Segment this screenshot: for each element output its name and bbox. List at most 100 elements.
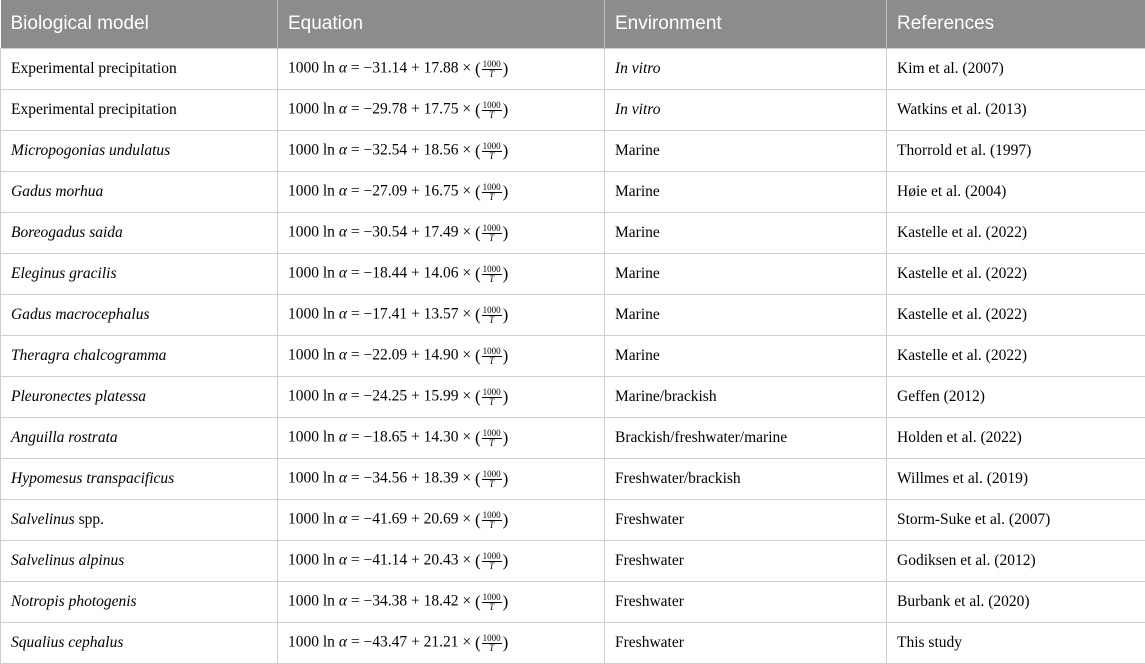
eq-equals: = — [351, 347, 360, 364]
table-header: Biological model Equation Environment Re… — [1, 0, 1145, 49]
model-cell: Squalius cephalus — [1, 623, 278, 664]
reference-cell: This study — [887, 623, 1145, 664]
eq-frac-num: 1000 — [482, 593, 502, 603]
eq-frac-num: 1000 — [482, 429, 502, 439]
eq-frac-num: 1000 — [482, 183, 502, 193]
eq-open-paren: ( — [475, 223, 481, 242]
model-name: Experimental precipitation — [11, 60, 177, 77]
reference-cell: Watkins et al. (2013) — [887, 90, 1145, 131]
equation-cell: 1000 ln α = −41.69 + 20.69 × (1000T) — [278, 500, 605, 541]
environment-cell: Marine — [605, 172, 887, 213]
eq-lhs: 1000 ln — [288, 552, 335, 569]
eq-fraction: 1000T — [482, 306, 502, 325]
eq-alpha: α — [339, 388, 347, 405]
eq-times: × — [462, 142, 471, 159]
eq-equals: = — [351, 634, 360, 651]
header-references: References — [887, 0, 1145, 49]
eq-close-paren: ) — [503, 592, 509, 611]
model-cell: Gadus macrocephalus — [1, 295, 278, 336]
environment-cell: Freshwater — [605, 623, 887, 664]
eq-times: × — [462, 224, 471, 241]
eq-alpha: α — [339, 511, 347, 528]
eq-alpha: α — [339, 306, 347, 323]
eq-alpha: α — [339, 142, 347, 159]
model-cell: Eleginus gracilis — [1, 254, 278, 295]
model-name: Hypomesus transpacificus — [11, 470, 174, 487]
table-row-4: Gadus morhua 1000 ln α = −27.09 + 16.75 … — [1, 172, 1145, 213]
eq-equals: = — [351, 511, 360, 528]
eq-open-paren: ( — [475, 551, 481, 570]
table-row-14: Notropis photogenis 1000 ln α = −34.38 +… — [1, 582, 1145, 623]
eq-frac-den: T — [482, 480, 502, 489]
table-row-15: Squalius cephalus 1000 ln α = −43.47 + 2… — [1, 623, 1145, 664]
eq-lhs: 1000 ln — [288, 142, 335, 159]
eq-frac-num: 1000 — [482, 306, 502, 316]
eq-open-paren: ( — [475, 387, 481, 406]
model-name: Salvelinus alpinus — [11, 552, 124, 569]
eq-lhs: 1000 ln — [288, 429, 335, 446]
eq-frac-den: T — [482, 439, 502, 448]
eq-frac-num: 1000 — [482, 142, 502, 152]
eq-alpha: α — [339, 470, 347, 487]
reference-cell: Willmes et al. (2019) — [887, 459, 1145, 500]
eq-alpha: α — [339, 552, 347, 569]
eq-fraction: 1000T — [482, 265, 502, 284]
eq-intercept: −41.69 — [363, 511, 407, 528]
eq-open-paren: ( — [475, 59, 481, 78]
eq-close-paren: ) — [503, 223, 509, 242]
model-cell: Theragra chalcogramma — [1, 336, 278, 377]
model-name: Micropogonias undulatus — [11, 142, 170, 159]
eq-slope: 20.43 — [424, 552, 459, 569]
eq-alpha: α — [339, 60, 347, 77]
eq-close-paren: ) — [503, 100, 509, 119]
eq-slope: 17.49 — [424, 224, 459, 241]
eq-frac-den: T — [482, 603, 502, 612]
eq-frac-num: 1000 — [482, 265, 502, 275]
eq-frac-den: T — [482, 234, 502, 243]
eq-frac-den: T — [482, 152, 502, 161]
reference-cell: Geffen (2012) — [887, 377, 1145, 418]
eq-intercept: −24.25 — [363, 388, 407, 405]
table-body: Experimental precipitation 1000 ln α = −… — [1, 49, 1145, 664]
eq-open-paren: ( — [475, 141, 481, 160]
model-name: Gadus morhua — [11, 183, 103, 200]
table-row-3: Micropogonias undulatus 1000 ln α = −32.… — [1, 131, 1145, 172]
reference-cell: Kim et al. (2007) — [887, 49, 1145, 90]
eq-close-paren: ) — [503, 141, 509, 160]
eq-slope: 17.75 — [424, 101, 459, 118]
eq-slope: 21.21 — [424, 634, 459, 651]
eq-alpha: α — [339, 634, 347, 651]
eq-frac-num: 1000 — [482, 470, 502, 480]
eq-fraction: 1000T — [482, 183, 502, 202]
environment-cell: Freshwater — [605, 500, 887, 541]
eq-slope: 20.69 — [424, 511, 459, 528]
eq-intercept: −18.65 — [363, 429, 407, 446]
model-cell: Hypomesus transpacificus — [1, 459, 278, 500]
eq-times: × — [462, 306, 471, 323]
eq-times: × — [462, 183, 471, 200]
reference-cell: Thorrold et al. (1997) — [887, 131, 1145, 172]
equation-cell: 1000 ln α = −34.56 + 18.39 × (1000T) — [278, 459, 605, 500]
eq-open-paren: ( — [475, 182, 481, 201]
eq-fraction: 1000T — [482, 634, 502, 653]
eq-intercept: −31.14 — [363, 60, 407, 77]
eq-frac-num: 1000 — [482, 511, 502, 521]
reference-cell: Holden et al. (2022) — [887, 418, 1145, 459]
reference-cell: Storm-Suke et al. (2007) — [887, 500, 1145, 541]
eq-lhs: 1000 ln — [288, 101, 335, 118]
eq-close-paren: ) — [503, 510, 509, 529]
model-name: Squalius cephalus — [11, 634, 123, 651]
eq-intercept: −30.54 — [363, 224, 407, 241]
eq-close-paren: ) — [503, 182, 509, 201]
eq-equals: = — [351, 183, 360, 200]
model-cell: Salvelinus spp. — [1, 500, 278, 541]
eq-times: × — [462, 470, 471, 487]
model-cell: Salvelinus alpinus — [1, 541, 278, 582]
eq-times: × — [462, 511, 471, 528]
eq-close-paren: ) — [503, 346, 509, 365]
eq-fraction: 1000T — [482, 142, 502, 161]
eq-fraction: 1000T — [482, 470, 502, 489]
eq-intercept: −17.41 — [363, 306, 407, 323]
eq-frac-den: T — [482, 562, 502, 571]
equation-cell: 1000 ln α = −32.54 + 18.56 × (1000T) — [278, 131, 605, 172]
